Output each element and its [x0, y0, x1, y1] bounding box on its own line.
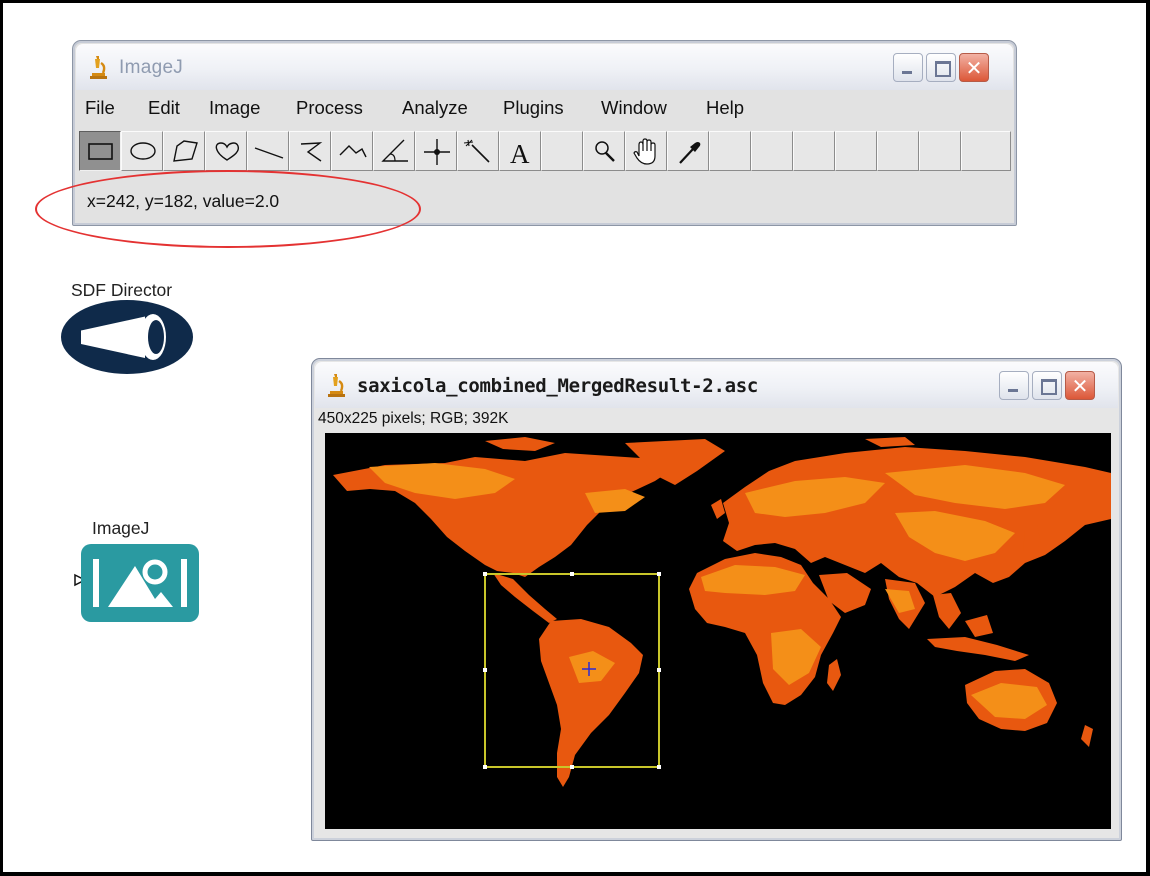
angle-icon: [381, 139, 408, 162]
minimize-button[interactable]: [999, 371, 1029, 400]
menu-analyze[interactable]: Analyze: [402, 97, 468, 119]
freehand-line-tool-button[interactable]: [331, 131, 373, 171]
close-button[interactable]: ✕: [1065, 371, 1095, 400]
crosshair-icon: [424, 139, 450, 165]
text-icon: A: [510, 139, 530, 169]
freehand-tool-button[interactable]: [205, 131, 247, 171]
image-canvas[interactable]: [325, 433, 1111, 829]
rectangle-icon: [88, 143, 113, 160]
segmented-line-icon: [300, 142, 323, 162]
empty-tool-slot: [709, 131, 751, 171]
magnifier-tool-button[interactable]: [583, 131, 625, 171]
menu-edit[interactable]: Edit: [148, 97, 180, 119]
minimize-button[interactable]: [893, 53, 923, 82]
roi-handle[interactable]: [483, 765, 487, 769]
rectangle-tool-button[interactable]: [79, 131, 121, 171]
megaphone-icon[interactable]: [61, 300, 193, 374]
empty-tool-slot: [541, 131, 583, 171]
maximize-button[interactable]: [926, 53, 956, 82]
image-window-title-bar[interactable]: saxicola_combined_MergedResult-2.asc ✕: [315, 362, 1118, 408]
close-icon: ✕: [1071, 374, 1089, 398]
color-picker-tool-button[interactable]: [667, 131, 709, 171]
menu-process[interactable]: Process: [296, 97, 363, 119]
roi-handle[interactable]: [570, 765, 574, 769]
menu-plugins[interactable]: Plugins: [503, 97, 564, 119]
menu-help[interactable]: Help: [706, 97, 744, 119]
oval-icon: [130, 142, 156, 160]
segmented-line-tool-button[interactable]: [289, 131, 331, 171]
image-info-text: 450x225 pixels; RGB; 392K: [318, 410, 509, 427]
menu-file[interactable]: File: [85, 97, 115, 119]
magnifier-icon: [595, 141, 615, 162]
line-icon: [254, 147, 284, 159]
close-button[interactable]: ✕: [959, 53, 989, 82]
world-map: [333, 437, 1111, 787]
oval-tool-button[interactable]: [121, 131, 163, 171]
roi-handle[interactable]: [657, 668, 661, 672]
image-window: saxicola_combined_MergedResult-2.asc ✕ 4…: [311, 358, 1122, 841]
sdf-director-label: SDF Director: [71, 280, 173, 300]
polygon-tool-button[interactable]: [163, 131, 205, 171]
scrolling-tool-button[interactable]: [625, 131, 667, 171]
polygon-icon: [173, 140, 198, 162]
eyedropper-icon: [679, 142, 701, 164]
close-icon: ✕: [965, 56, 983, 80]
roi-handle[interactable]: [570, 572, 574, 576]
point-tool-button[interactable]: [415, 131, 457, 171]
text-tool-button[interactable]: A: [499, 131, 541, 171]
imagej-actor-label: ImageJ: [92, 518, 150, 538]
roi-handle[interactable]: [657, 765, 661, 769]
image-viewer-icon[interactable]: [81, 544, 199, 622]
microscope-icon: [328, 374, 345, 397]
menu-window[interactable]: Window: [601, 97, 667, 119]
roi-handle[interactable]: [657, 572, 661, 576]
empty-tool-slot: [877, 131, 919, 171]
roi-handle[interactable]: [483, 572, 487, 576]
empty-tool-slot: [919, 131, 961, 171]
screenshot-frame: ImageJ ✕ File Edit Image Process Analyze…: [0, 0, 1150, 876]
text-tool-glyph: A: [510, 139, 530, 169]
image-window-title: saxicola_combined_MergedResult-2.asc: [357, 375, 759, 397]
imagej-title-bar[interactable]: ImageJ ✕: [76, 44, 1013, 90]
microscope-icon: [90, 56, 107, 79]
straight-line-tool-button[interactable]: [247, 131, 289, 171]
empty-tool-slot: [961, 131, 1011, 171]
status-highlight-ellipse: [35, 170, 421, 248]
empty-tool-slot: [793, 131, 835, 171]
wand-tool-button[interactable]: [457, 131, 499, 171]
wand-icon: [463, 139, 490, 163]
maximize-button[interactable]: [1032, 371, 1062, 400]
freehand-line-icon: [339, 145, 367, 158]
hand-icon: [633, 138, 656, 165]
roi-handle[interactable]: [483, 668, 487, 672]
empty-tool-slot: [751, 131, 793, 171]
freehand-icon: [215, 142, 240, 161]
tool-bar: A: [79, 131, 1011, 171]
imagej-window-title: ImageJ: [119, 57, 184, 78]
angle-tool-button[interactable]: [373, 131, 415, 171]
menu-image[interactable]: Image: [209, 97, 260, 119]
empty-tool-slot: [835, 131, 877, 171]
